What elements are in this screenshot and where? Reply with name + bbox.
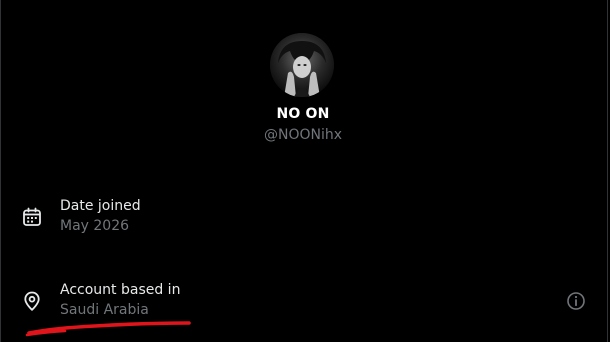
location-pin-icon [21,290,43,312]
annotation-underline [25,321,191,337]
avatar-image [270,33,334,97]
account-based-value: Saudi Arabia [60,302,149,318]
account-based-label: Account based in [60,282,181,298]
date-joined-label: Date joined [60,198,141,214]
avatar[interactable] [270,33,334,97]
profile-display-name: NO ON [276,106,330,122]
calendar-icon [21,206,43,228]
profile-handle[interactable]: @NOONihx [1,127,605,143]
date-joined-value: May 2026 [60,218,130,234]
info-icon[interactable] [565,290,587,312]
about-account-panel: NO ON @NOONihx Date joined May 2026 Acco… [0,0,608,342]
